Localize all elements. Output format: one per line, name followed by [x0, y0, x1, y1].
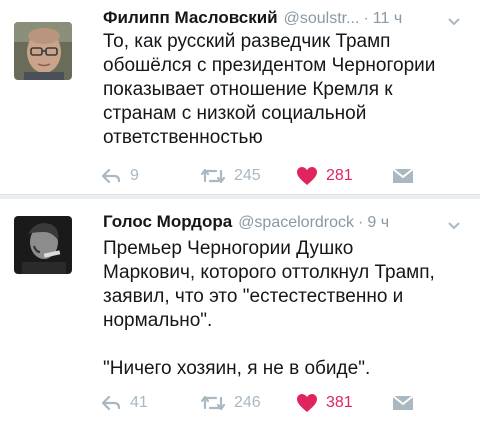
reply-button[interactable]: 41 — [100, 390, 148, 416]
separator-dot: · — [358, 214, 364, 231]
tweet-header: Филипп Масловский @soulstr... · 11 ч — [103, 8, 470, 32]
tweet[interactable]: Голос Мордора @spacelordrock · 9 ч Премь… — [0, 199, 480, 439]
heart-icon — [297, 167, 317, 185]
chevron-down-icon[interactable] — [446, 217, 462, 233]
direct-message-button[interactable] — [392, 163, 414, 189]
reply-icon — [101, 395, 121, 411]
reply-count: 41 — [130, 394, 148, 411]
tweet-text: Премьер Черногории Душко Маркович, котор… — [103, 238, 435, 379]
avatar[interactable] — [14, 216, 72, 274]
display-name[interactable]: Филипп Масловский — [103, 8, 278, 28]
envelope-icon — [392, 168, 414, 183]
tweet-actions: 9 245 281 — [100, 163, 430, 189]
retweet-count: 246 — [234, 394, 261, 411]
like-button[interactable]: 281 — [296, 163, 353, 189]
tweet[interactable]: Филипп Масловский @soulstr... · 11 ч То,… — [0, 0, 480, 199]
tweet-actions: 41 246 381 — [100, 390, 430, 416]
envelope-icon — [392, 395, 414, 410]
retweet-icon — [200, 395, 226, 411]
timestamp[interactable]: 11 ч — [373, 10, 402, 28]
avatar[interactable] — [14, 22, 72, 80]
user-handle[interactable]: @soulstr... — [284, 10, 360, 28]
like-button[interactable]: 381 — [296, 390, 353, 416]
separator-dot: · — [363, 10, 369, 27]
like-count: 381 — [326, 394, 353, 411]
chevron-down-icon[interactable] — [446, 13, 462, 29]
reply-button[interactable]: 9 — [100, 163, 139, 189]
tweet-text: То, как русский разведчик Трамп обошёлся… — [103, 31, 436, 148]
retweet-button[interactable]: 245 — [200, 163, 261, 189]
like-count: 281 — [326, 167, 353, 184]
user-handle[interactable]: @spacelordrock — [238, 214, 354, 232]
reply-count: 9 — [130, 167, 139, 184]
retweet-icon — [200, 168, 226, 184]
reply-icon — [101, 168, 121, 184]
retweet-button[interactable]: 246 — [200, 390, 261, 416]
heart-icon — [297, 394, 317, 412]
display-name[interactable]: Голос Мордора — [103, 212, 232, 232]
tweet-header: Голос Мордора @spacelordrock · 9 ч — [103, 212, 470, 236]
retweet-count: 245 — [234, 167, 261, 184]
timestamp[interactable]: 9 ч — [367, 214, 389, 232]
direct-message-button[interactable] — [392, 390, 414, 416]
